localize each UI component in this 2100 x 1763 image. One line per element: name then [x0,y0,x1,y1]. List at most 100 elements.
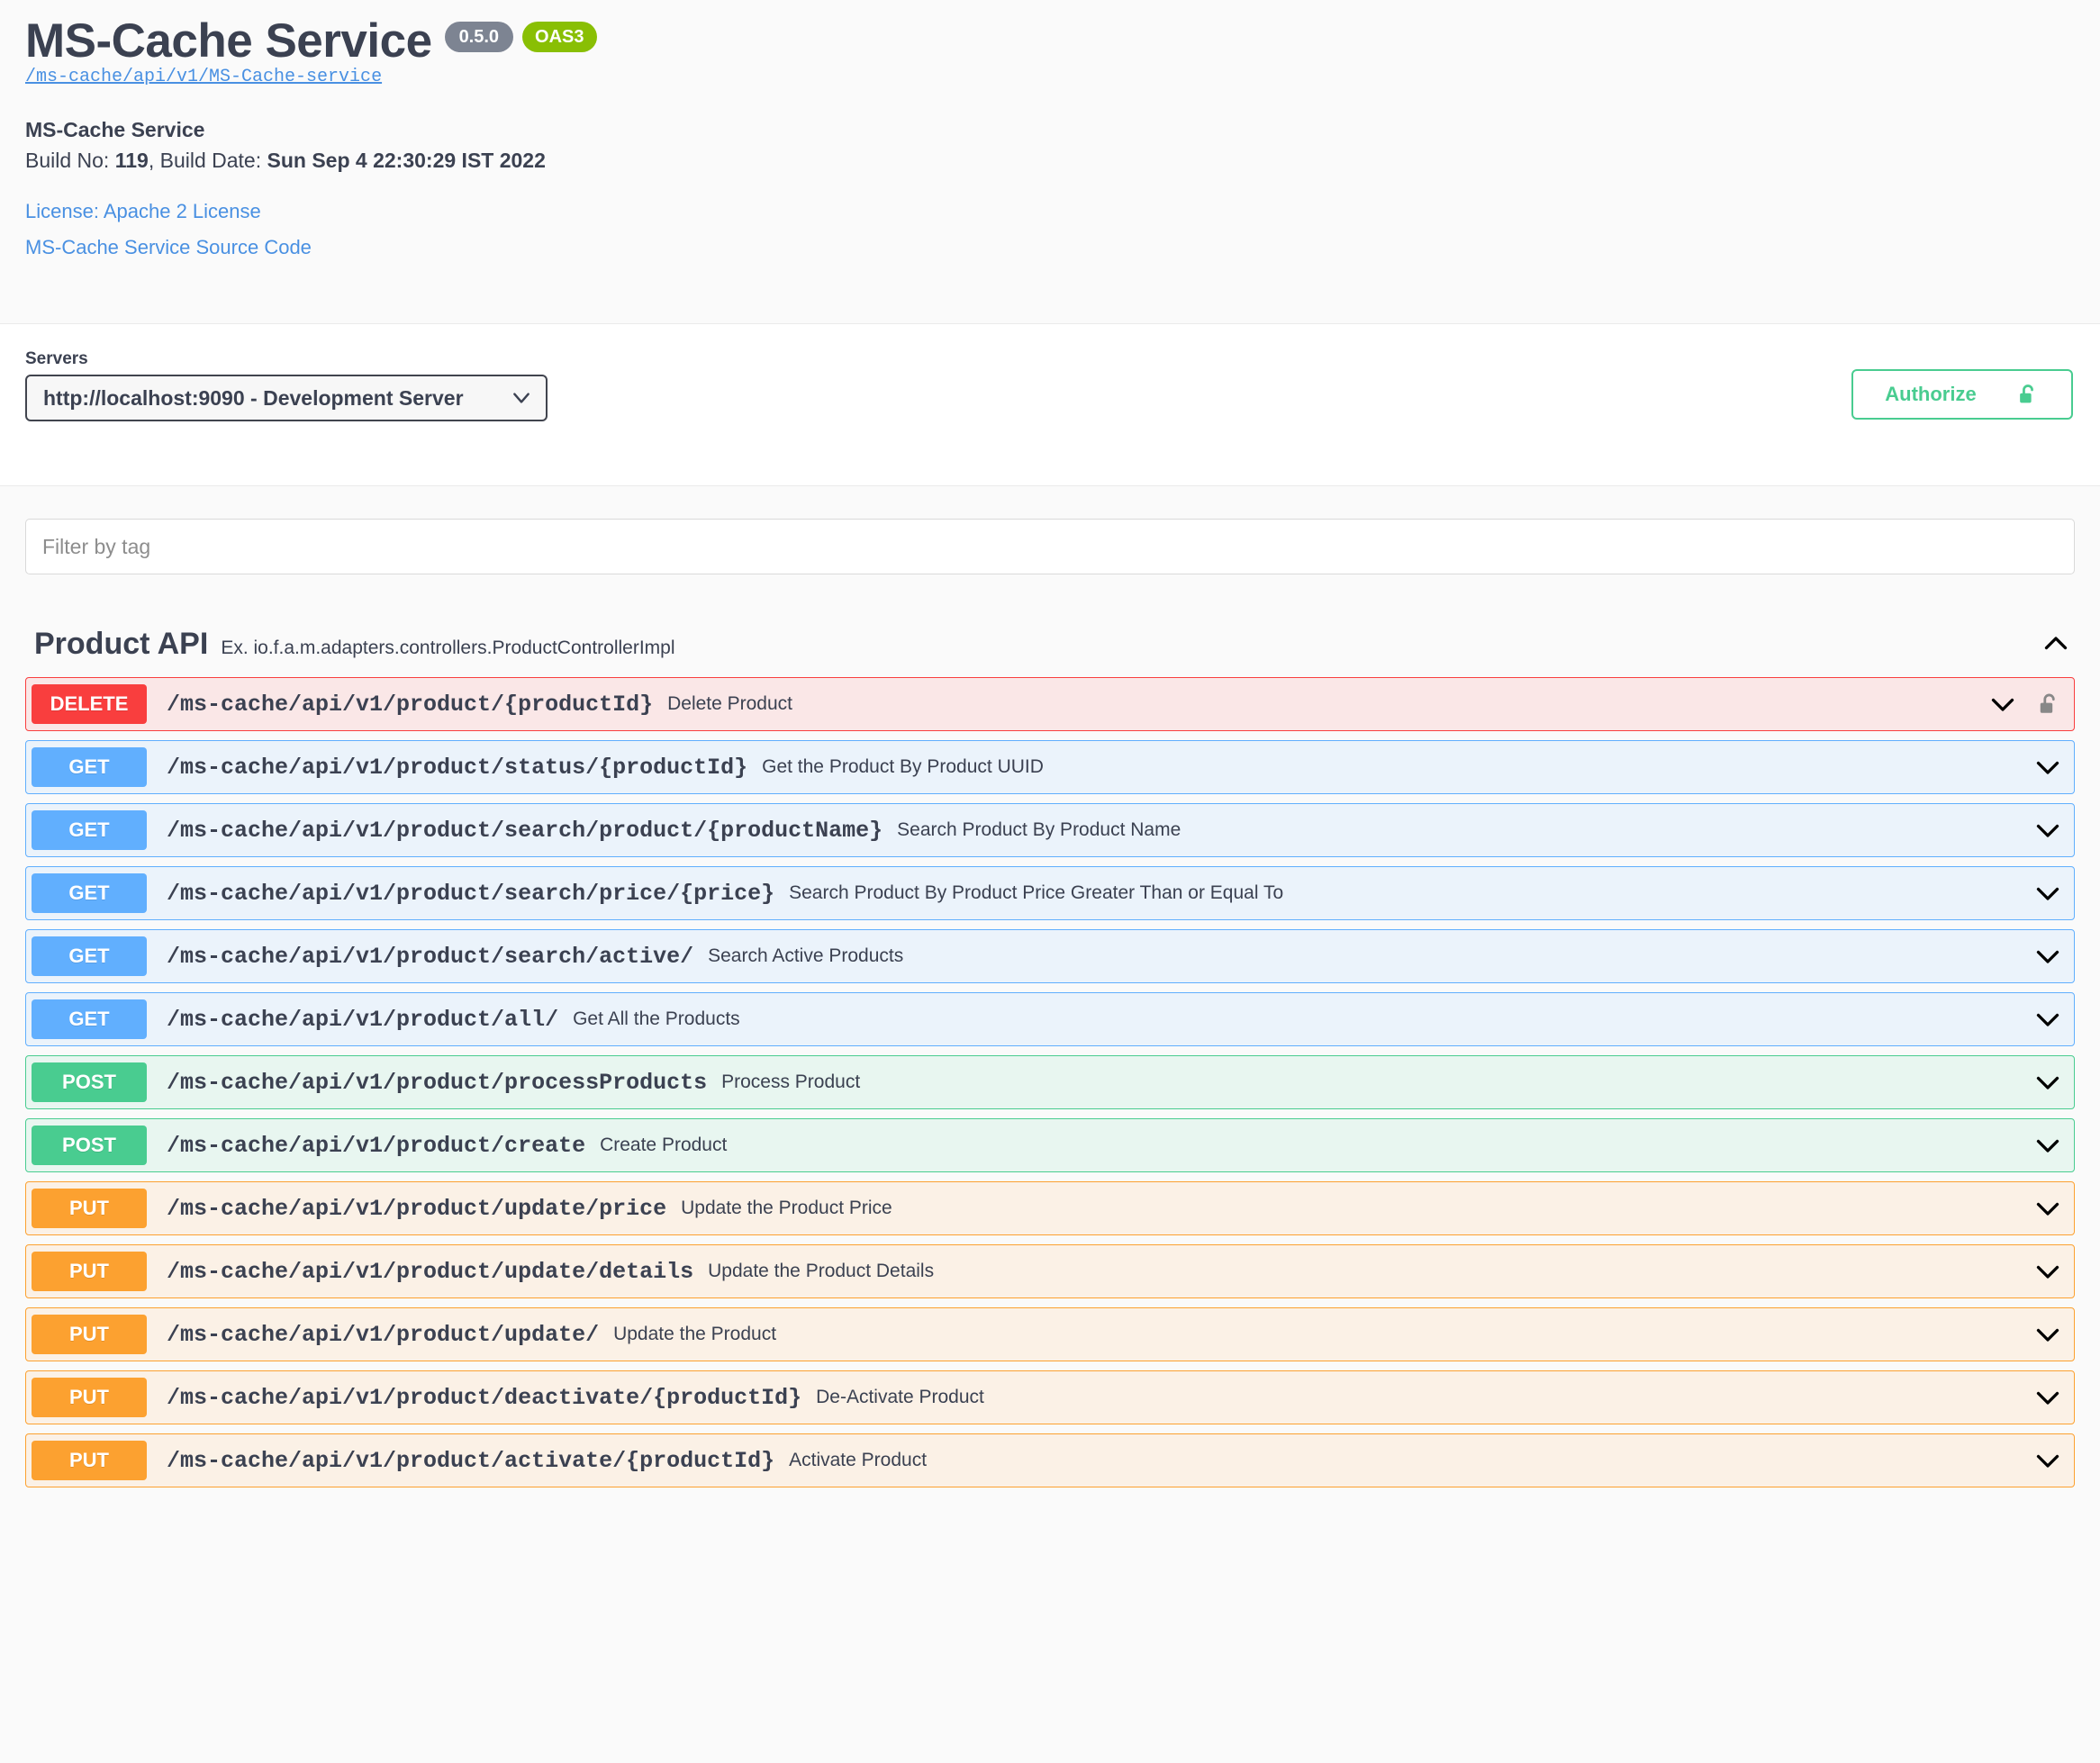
operation-method-badge: PUT [32,1252,147,1291]
operation-summary: Get All the Products [573,1008,740,1030]
info-links: License: Apache 2 License MS-Cache Servi… [25,200,2073,259]
operation-row[interactable]: POST/ms-cache/api/v1/product/processProd… [25,1055,2075,1109]
operation-path: /ms-cache/api/v1/product/processProducts [167,1070,707,1096]
operation-path: /ms-cache/api/v1/product/create [167,1133,585,1159]
operation-summary: Delete Product [667,693,792,715]
api-description: MS-Cache Service Build No: 119, Build Da… [25,114,2073,176]
version-badge: 0.5.0 [445,22,513,52]
build-no-value: 119 [115,149,149,172]
build-date-label: , Build Date: [149,149,267,172]
operation-summary: Create Product [600,1135,727,1156]
build-info-line: Build No: 119, Build Date: Sun Sep 4 22:… [25,145,2073,176]
operation-summary: Update the Product Price [681,1198,892,1219]
chevron-down-icon[interactable] [2034,1447,2061,1474]
operation-method-badge: PUT [32,1189,147,1228]
operation-icons [2034,1258,2061,1285]
operation-summary: Search Active Products [708,945,903,967]
operation-icons [2034,1132,2061,1159]
tag-title: Product API [34,627,208,662]
operation-summary: Update the Product Details [708,1261,934,1282]
operation-path: /ms-cache/api/v1/product/activate/{produ… [167,1448,774,1474]
spec-url-link[interactable]: /ms-cache/api/v1/MS-Cache-service [25,67,382,87]
operation-icons [2034,880,2061,907]
unlock-icon[interactable] [2036,692,2061,717]
tag-description: Ex. io.f.a.m.adapters.controllers.Produc… [221,628,674,659]
chevron-down-icon[interactable] [2034,1069,2061,1096]
operations-list: DELETE/ms-cache/api/v1/product/{productI… [25,677,2075,1487]
source-code-link[interactable]: MS-Cache Service Source Code [25,236,2073,259]
operation-icons [2034,1195,2061,1222]
chevron-down-icon[interactable] [2034,880,2061,907]
operation-row[interactable]: POST/ms-cache/api/v1/product/createCreat… [25,1118,2075,1172]
operation-method-badge: POST [32,1062,147,1102]
operation-method-badge: PUT [32,1441,147,1480]
operation-summary: Search Product By Product Name [897,819,1181,841]
unlock-icon [2016,383,2040,406]
operation-path: /ms-cache/api/v1/product/update/price [167,1196,666,1222]
operation-method-badge: GET [32,999,147,1039]
operation-summary: Get the Product By Product UUID [762,756,1044,778]
operation-path: /ms-cache/api/v1/product/search/active/ [167,944,693,970]
build-no-label: Build No: [25,149,115,172]
title-row: MS-Cache Service 0.5.0 OAS3 [25,16,2073,67]
operation-row[interactable]: PUT/ms-cache/api/v1/product/activate/{pr… [25,1433,2075,1487]
chevron-down-icon[interactable] [2034,943,2061,970]
operation-summary: Activate Product [789,1450,927,1471]
chevron-down-icon[interactable] [2034,1321,2061,1348]
operation-icons [2034,943,2061,970]
chevron-down-icon[interactable] [2034,1384,2061,1411]
operation-summary: Search Product By Product Price Greater … [789,882,1283,904]
operation-method-badge: GET [32,936,147,976]
servers-label: Servers [25,349,548,369]
chevron-down-icon[interactable] [2034,1258,2061,1285]
chevron-down-icon[interactable] [2034,1195,2061,1222]
operation-row[interactable]: PUT/ms-cache/api/v1/product/update/Updat… [25,1307,2075,1361]
server-select-value: http://localhost:9090 - Development Serv… [43,386,464,411]
operation-method-badge: GET [32,810,147,850]
operation-summary: De-Activate Product [816,1387,984,1408]
operation-method-badge: PUT [32,1315,147,1354]
operation-method-badge: PUT [32,1378,147,1417]
operation-icons [2034,1006,2061,1033]
chevron-down-icon[interactable] [2034,1006,2061,1033]
operation-method-badge: GET [32,747,147,787]
operation-icons [2034,754,2061,781]
operation-method-badge: DELETE [32,684,147,724]
authorize-label: Authorize [1885,383,1976,406]
operation-row[interactable]: DELETE/ms-cache/api/v1/product/{productI… [25,677,2075,731]
operation-icons [1989,691,2061,718]
operation-row[interactable]: GET/ms-cache/api/v1/product/search/produ… [25,803,2075,857]
scheme-band: Servers http://localhost:9090 - Developm… [0,324,2100,486]
operation-row[interactable]: GET/ms-cache/api/v1/product/all/Get All … [25,992,2075,1046]
chevron-down-icon[interactable] [1989,691,2016,718]
operation-row[interactable]: PUT/ms-cache/api/v1/product/update/detai… [25,1244,2075,1298]
license-link[interactable]: License: Apache 2 License [25,200,2073,223]
tag-header-product-api[interactable]: Product API Ex. io.f.a.m.adapters.contro… [25,618,2075,670]
operation-summary: Update the Product [613,1324,776,1345]
operation-icons [2034,1321,2061,1348]
operation-row[interactable]: GET/ms-cache/api/v1/product/search/price… [25,866,2075,920]
operation-row[interactable]: PUT/ms-cache/api/v1/product/deactivate/{… [25,1370,2075,1424]
operation-path: /ms-cache/api/v1/product/update/ [167,1322,599,1348]
chevron-up-icon[interactable] [2042,630,2069,657]
chevron-down-icon[interactable] [2034,754,2061,781]
operation-row[interactable]: GET/ms-cache/api/v1/product/status/{prod… [25,740,2075,794]
operation-path: /ms-cache/api/v1/product/deactivate/{pro… [167,1385,801,1411]
filter-by-tag-input[interactable] [25,519,2075,574]
api-info-band: MS-Cache Service 0.5.0 OAS3 /ms-cache/ap… [0,0,2100,324]
operation-icons [2034,1384,2061,1411]
authorize-button[interactable]: Authorize [1851,369,2073,420]
title-badges: 0.5.0 OAS3 [445,22,597,52]
chevron-down-icon[interactable] [2034,1132,2061,1159]
servers-block: Servers http://localhost:9090 - Developm… [25,349,548,421]
server-select[interactable]: http://localhost:9090 - Development Serv… [25,375,548,421]
operation-row[interactable]: GET/ms-cache/api/v1/product/search/activ… [25,929,2075,983]
operation-icons [2034,1069,2061,1096]
operation-row[interactable]: PUT/ms-cache/api/v1/product/update/price… [25,1181,2075,1235]
operation-path: /ms-cache/api/v1/product/{productId} [167,692,653,718]
chevron-down-icon[interactable] [2034,817,2061,844]
oas-badge: OAS3 [522,22,596,52]
chevron-down-icon [511,388,531,408]
operation-path: /ms-cache/api/v1/product/search/product/… [167,818,883,844]
description-title: MS-Cache Service [25,118,204,141]
